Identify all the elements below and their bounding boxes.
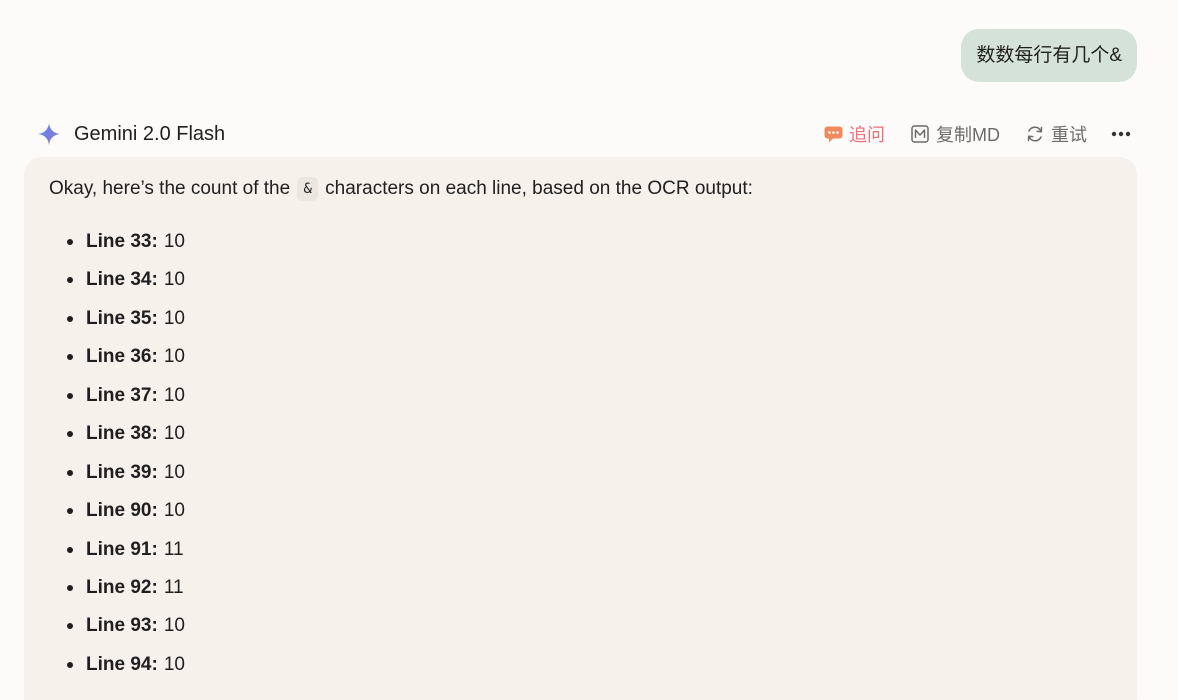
line-label: Line 33: — [86, 231, 158, 252]
list-item: Line 39: 10 — [49, 458, 185, 496]
bullet-icon — [67, 623, 73, 630]
line-count: 10 — [163, 615, 185, 637]
line-count: 11 — [163, 538, 184, 560]
line-count-list: Line 33: 10 Line 34: 10 Line 35: 10 Line 36… — [49, 227, 185, 688]
line-label: Line 38: — [86, 423, 158, 445]
sparkle-icon — [36, 121, 62, 147]
assistant-response-card: Okay, here’s the count of the & characte… — [24, 157, 1137, 700]
ellipsis-icon — [1111, 124, 1131, 144]
bullet-icon — [67, 354, 73, 361]
bullet-icon — [67, 508, 73, 515]
bullet-icon — [67, 392, 73, 399]
list-item: Line 92: 11 — [49, 573, 185, 611]
list-item: Line 34: 10 — [49, 265, 185, 303]
line-label: Line 91: — [86, 538, 158, 560]
line-label: Line 93: — [86, 615, 158, 637]
line-count: 10 — [163, 461, 185, 483]
bullet-icon — [67, 546, 73, 553]
line-count: 10 — [163, 307, 185, 329]
list-item: Line 36: 10 — [49, 342, 185, 380]
list-item: Line 33: 10 — [49, 227, 185, 265]
retry-button[interactable]: 重试 — [1025, 121, 1087, 147]
inline-code: & — [297, 177, 318, 201]
line-count: 11 — [163, 576, 184, 598]
line-label: Line 94: — [86, 653, 158, 675]
bullet-icon — [67, 431, 73, 438]
bullet-icon — [67, 584, 73, 591]
bullet-icon — [67, 469, 73, 476]
retry-label: 重试 — [1051, 125, 1087, 145]
bullet-icon — [67, 277, 73, 284]
user-message-bubble: 数数每行有几个& — [961, 29, 1137, 82]
refresh-icon — [1025, 124, 1045, 144]
response-intro: Okay, here’s the count of the & characte… — [49, 175, 753, 203]
intro-text-after: characters on each line, based on the OC… — [325, 178, 753, 199]
followup-label: 追问 — [849, 125, 885, 145]
more-options-button[interactable] — [1111, 124, 1137, 144]
bullet-icon — [67, 661, 73, 668]
intro-text-before: Okay, here’s the count of the — [49, 178, 291, 199]
line-label: Line 92: — [86, 576, 158, 598]
list-item: Line 90: 10 — [49, 496, 185, 534]
line-label: Line 37: — [86, 384, 158, 406]
line-label: Line 35: — [86, 307, 158, 329]
line-count: 10 — [163, 269, 185, 291]
line-count: 10 — [163, 346, 185, 368]
list-item: Line 93: 10 — [49, 611, 185, 649]
markdown-icon — [910, 124, 930, 144]
line-count: 10 — [163, 423, 185, 445]
line-count: 10 — [163, 500, 185, 522]
line-label: Line 36: — [86, 346, 158, 368]
copy-md-label: 复制MD — [936, 125, 1000, 145]
user-message-row: 数数每行有几个& — [961, 29, 1137, 82]
list-item: Line 94: 10 — [49, 650, 185, 688]
line-label: Line 34: — [86, 269, 158, 291]
line-label: Line 90: — [86, 500, 158, 522]
chat-bubble-icon — [823, 124, 843, 144]
bullet-icon — [67, 239, 73, 245]
bullet-icon — [67, 315, 73, 322]
line-label: Line 39: — [86, 461, 158, 483]
list-item: Line 91: 11 — [49, 535, 185, 573]
list-item: Line 37: 10 — [49, 381, 185, 419]
line-count: 10 — [163, 231, 185, 252]
line-count: 10 — [163, 653, 185, 675]
assistant-header: Gemini 2.0 Flash 追问 复制MD 重试 — [36, 114, 1137, 154]
chat-page: 数数每行有几个& Gemini 2.0 Flash 追问 复制MD 重试 Oka… — [0, 0, 1178, 700]
model-name: Gemini 2.0 Flash — [74, 122, 226, 145]
list-item: Line 35: 10 — [49, 304, 185, 342]
line-count: 10 — [163, 384, 185, 406]
copy-md-button[interactable]: 复制MD — [910, 121, 1000, 147]
followup-button[interactable]: 追问 — [823, 121, 885, 147]
message-actions: 追问 复制MD 重试 — [823, 121, 1137, 147]
list-item: Line 38: 10 — [49, 419, 185, 457]
